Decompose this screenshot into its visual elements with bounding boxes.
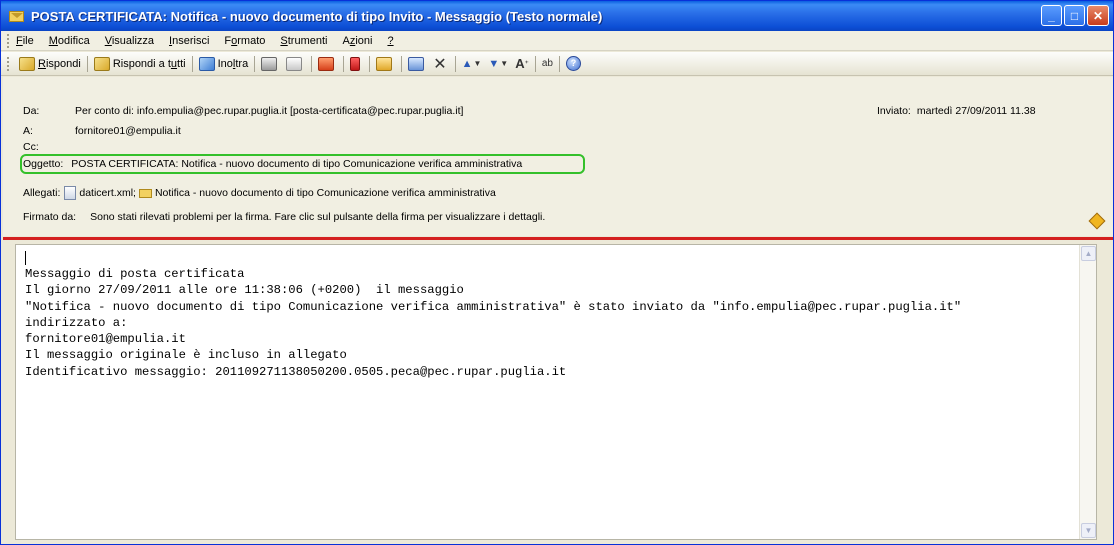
subject-value: POSTA CERTIFICATA: Notifica - nuovo docu… xyxy=(71,158,523,170)
warning-signature-icon[interactable] xyxy=(1088,212,1106,230)
flag-button[interactable] xyxy=(347,54,366,74)
menu-modifica[interactable]: Modifica xyxy=(49,35,90,47)
toolbar: Rispondi Rispondi a t u tti Ino l tra ✕ ▲ ▼ ▼… xyxy=(1,52,1113,76)
message-header: Da: Per conto di: info.empulia@pec.rupar… xyxy=(3,77,1113,236)
reply-icon xyxy=(19,56,35,71)
spelling-icon: ab xyxy=(541,58,553,69)
message-body-text[interactable]: Messaggio di posta certificata Il giorno… xyxy=(25,266,961,380)
dropdown-arrow-icon: ▼ xyxy=(473,59,482,68)
header-separator xyxy=(3,237,1113,240)
toolbar-separator xyxy=(454,55,456,72)
subject-row: Oggetto: POSTA CERTIFICATA: Notifica - n… xyxy=(23,158,522,170)
move-button[interactable] xyxy=(315,54,340,74)
attachment-icon xyxy=(64,186,77,200)
toolbar-separator xyxy=(311,55,313,72)
maximize-button[interactable]: □ xyxy=(1064,5,1085,26)
to-row: A: fornitore01@empulia.it xyxy=(23,125,181,137)
to-label: A: xyxy=(23,125,33,137)
move-icon xyxy=(318,56,335,71)
title-bar[interactable]: POSTA CERTIFICATA: Notifica - nuovo docu… xyxy=(1,1,1113,31)
menu-azioni[interactable]: Azioni xyxy=(342,35,372,47)
text-caret xyxy=(25,251,26,265)
toolbar-separator xyxy=(254,55,256,72)
menu-grip[interactable] xyxy=(7,33,10,48)
signed-label: Firmato da: xyxy=(23,211,77,223)
from-label: Da: xyxy=(23,105,40,117)
folder-button[interactable] xyxy=(373,54,398,74)
dropdown-arrow-icon: ▼ xyxy=(500,59,509,68)
delete-icon: ✕ xyxy=(433,55,447,73)
menu-strumenti[interactable]: Strumenti xyxy=(280,35,327,47)
menu-visualizza[interactable]: Visualizza xyxy=(105,35,154,47)
window-title: POSTA CERTIFICATA: Notifica - nuovo docu… xyxy=(31,8,603,24)
reply-all-icon xyxy=(93,56,110,71)
menu-bar: File Modifica Visualizza Inserisci Forma… xyxy=(1,31,1113,51)
cc-label: Cc: xyxy=(23,141,39,153)
spelling-button[interactable]: ab xyxy=(539,54,556,74)
toolbar-grip[interactable] xyxy=(7,56,10,71)
font-size-icon: A xyxy=(515,56,525,71)
menu-help[interactable]: ? xyxy=(387,35,393,47)
toolbar-separator xyxy=(86,55,88,72)
scroll-down-icon[interactable]: ▼ xyxy=(1081,523,1096,538)
minimize-button[interactable]: _ xyxy=(1041,5,1062,26)
toolbar-separator xyxy=(558,55,560,72)
down-arrow-icon: ▼ xyxy=(488,57,500,70)
subject-label: Oggetto: xyxy=(23,158,64,170)
font-size-button[interactable]: A ⁺ xyxy=(512,54,532,74)
window-controls: _ □ ✕ xyxy=(1041,5,1109,26)
copy-button[interactable] xyxy=(283,54,308,74)
menu-formato[interactable]: Formato xyxy=(224,35,265,47)
toolbar-separator xyxy=(191,55,193,72)
print-button[interactable] xyxy=(258,54,283,74)
scroll-up-icon[interactable]: ▲ xyxy=(1081,246,1096,261)
signed-row: Firmato da: Sono stati rilevati problemi… xyxy=(23,211,545,223)
mail-icon xyxy=(138,188,152,198)
previous-item-button[interactable]: ▲ ▼ xyxy=(459,54,486,74)
message-window: POSTA CERTIFICATA: Notifica - nuovo docu… xyxy=(0,0,1114,545)
folder-icon xyxy=(376,56,393,71)
help-button[interactable]: ? xyxy=(563,54,584,74)
next-item-button[interactable]: ▼ ▼ xyxy=(485,54,512,74)
attachment-notifica[interactable]: Notifica - nuovo documento di tipo Comun… xyxy=(155,187,496,199)
mail-icon xyxy=(9,10,24,22)
address-book-icon xyxy=(408,56,425,71)
up-arrow-icon: ▲ xyxy=(461,57,473,70)
flag-icon xyxy=(350,56,361,71)
toolbar-separator xyxy=(534,55,536,72)
attachments-label: Allegati: xyxy=(23,187,61,199)
toolbar-separator xyxy=(343,55,345,72)
menu-file[interactable]: File xyxy=(16,35,34,47)
sent-label: Inviato: xyxy=(877,105,911,117)
help-icon: ? xyxy=(565,56,581,71)
close-button[interactable]: ✕ xyxy=(1087,5,1109,26)
vertical-scrollbar[interactable]: ▲ ▼ xyxy=(1079,245,1096,539)
address-book-button[interactable] xyxy=(405,54,430,74)
signed-value: Sono stati rilevati problemi per la firm… xyxy=(90,211,546,223)
reply-button[interactable]: Rispondi xyxy=(16,54,84,74)
from-row: Da: Per conto di: info.empulia@pec.rupar… xyxy=(23,105,463,117)
forward-icon xyxy=(198,56,215,71)
toolbar-separator xyxy=(401,55,403,72)
menu-inserisci[interactable]: Inserisci xyxy=(169,35,209,47)
copy-icon xyxy=(286,56,303,71)
from-value[interactable]: Per conto di: info.empulia@pec.rupar.pug… xyxy=(75,105,463,117)
sent-value: martedì 27/09/2011 11.38 xyxy=(916,105,1036,117)
toolbar-separator xyxy=(369,55,371,72)
sent-row: Inviato: martedì 27/09/2011 11.38 xyxy=(877,105,1036,117)
attachment-daticert[interactable]: daticert.xml; xyxy=(79,187,136,199)
print-icon xyxy=(261,56,278,71)
to-value[interactable]: fornitore01@empulia.it xyxy=(75,125,181,137)
forward-button[interactable]: Ino l tra xyxy=(196,54,252,74)
attachments-row: Allegati: daticert.xml; Notifica - nuovo… xyxy=(23,186,496,200)
cc-row: Cc: xyxy=(23,141,75,153)
reply-all-button[interactable]: Rispondi a t u tti xyxy=(91,54,189,74)
delete-button[interactable]: ✕ xyxy=(430,54,451,74)
message-body[interactable]: Messaggio di posta certificata Il giorno… xyxy=(15,244,1097,540)
